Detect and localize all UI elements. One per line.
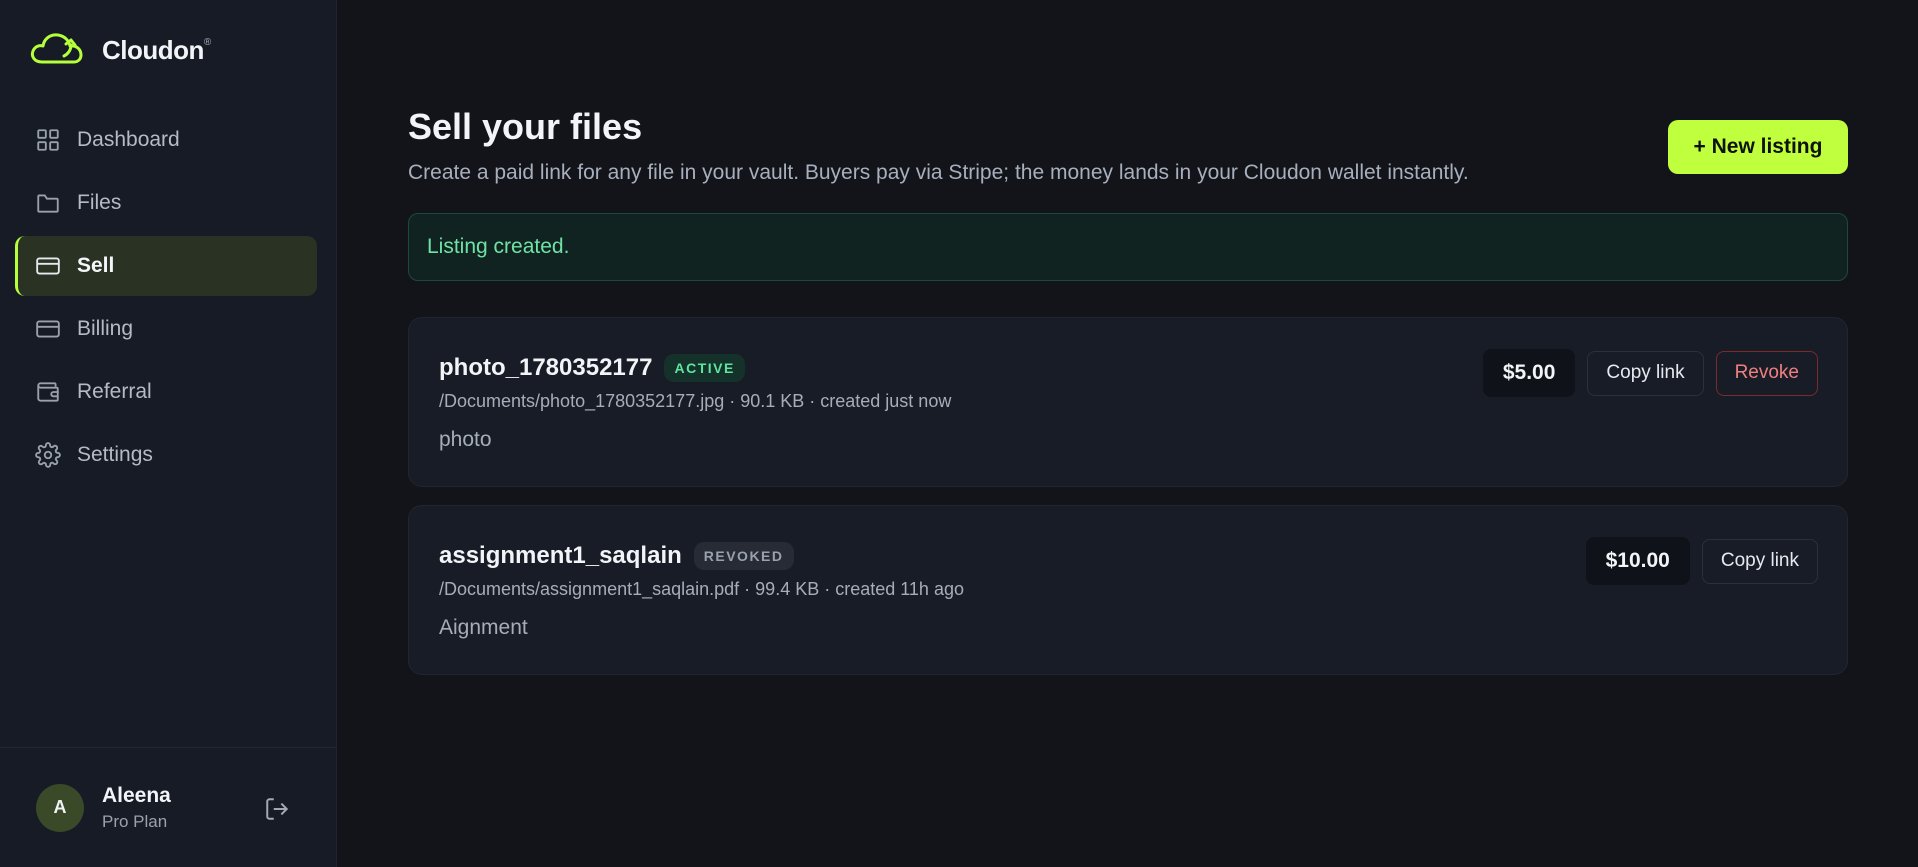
sidebar-item-label: Files — [77, 191, 122, 214]
copy-link-button[interactable]: Copy link — [1587, 350, 1704, 396]
sidebar-item-label: Sell — [77, 254, 115, 277]
folder-icon — [37, 194, 59, 213]
sidebar-item-dashboard[interactable]: Dashboard — [15, 110, 317, 170]
listing-card: assignment1_saqlain REVOKED /Documents/a… — [408, 505, 1848, 675]
sidebar-item-label: Billing — [77, 317, 134, 340]
wallet-icon — [37, 382, 59, 402]
sidebar-item-settings[interactable]: Settings — [15, 425, 317, 485]
listing-actions: $5.00 Copy link Revoke — [1482, 349, 1818, 397]
listing-description: Aignment — [439, 616, 528, 639]
gear-icon — [35, 442, 61, 468]
copy-link-button[interactable]: Copy link — [1701, 538, 1818, 584]
listing-card: photo_1780352177 ACTIVE /Documents/photo… — [408, 317, 1848, 487]
card-icon — [36, 257, 60, 275]
logout-button[interactable] — [264, 796, 290, 822]
page-title: Sell your files — [408, 106, 643, 147]
sidebar-item-label: Settings — [77, 443, 153, 466]
sidebar-nav: Dashboard Files Sell Billing Referral Se… — [15, 110, 317, 488]
status-badge: REVOKED — [693, 542, 794, 570]
main-content: Sell your files Create a paid link for a… — [337, 0, 1918, 867]
listing-meta: /Documents/assignment1_saqlain.pdf · 99.… — [439, 579, 964, 599]
user-info: Aleena Pro Plan — [102, 784, 171, 832]
grid-icon — [37, 129, 59, 151]
brand-name: Cloudon® — [102, 35, 211, 65]
user-panel: A Aleena Pro Plan — [0, 747, 336, 867]
sidebar-item-label: Referral — [77, 380, 152, 403]
listing-name: photo_1780352177 — [439, 354, 653, 381]
page-subtitle: Create a paid link for any file in your … — [408, 161, 1469, 184]
listing-title-row: photo_1780352177 ACTIVE — [439, 354, 745, 382]
revoke-button[interactable]: Revoke — [1715, 350, 1818, 396]
sidebar-item-referral[interactable]: Referral — [15, 362, 317, 422]
avatar[interactable]: A — [36, 783, 84, 832]
listing-meta: /Documents/photo_1780352177.jpg · 90.1 K… — [439, 391, 952, 411]
success-alert: Listing created. — [408, 213, 1848, 281]
sidebar-item-files[interactable]: Files — [15, 173, 317, 233]
price-tag: $10.00 — [1585, 537, 1690, 585]
card-icon — [36, 320, 60, 338]
logout-icon — [266, 798, 289, 820]
brand[interactable]: Cloudon® — [28, 28, 211, 73]
listing-title-row: assignment1_saqlain REVOKED — [439, 542, 794, 570]
cloud-logo-icon — [28, 28, 90, 73]
sidebar-item-billing[interactable]: Billing — [15, 299, 317, 359]
new-listing-button[interactable]: + New listing — [1668, 120, 1848, 174]
user-name: Aleena — [102, 783, 171, 807]
sidebar-item-sell[interactable]: Sell — [15, 236, 317, 296]
sidebar: Cloudon® Dashboard Files Sell Billing Re… — [0, 0, 337, 867]
sidebar-item-label: Dashboard — [77, 128, 180, 151]
listing-name: assignment1_saqlain — [439, 542, 682, 569]
price-tag: $5.00 — [1482, 349, 1576, 397]
listing-actions: $10.00 Copy link — [1585, 537, 1818, 585]
user-plan: Pro Plan — [102, 811, 168, 831]
listing-description: photo — [439, 428, 492, 451]
status-badge: ACTIVE — [664, 354, 745, 382]
